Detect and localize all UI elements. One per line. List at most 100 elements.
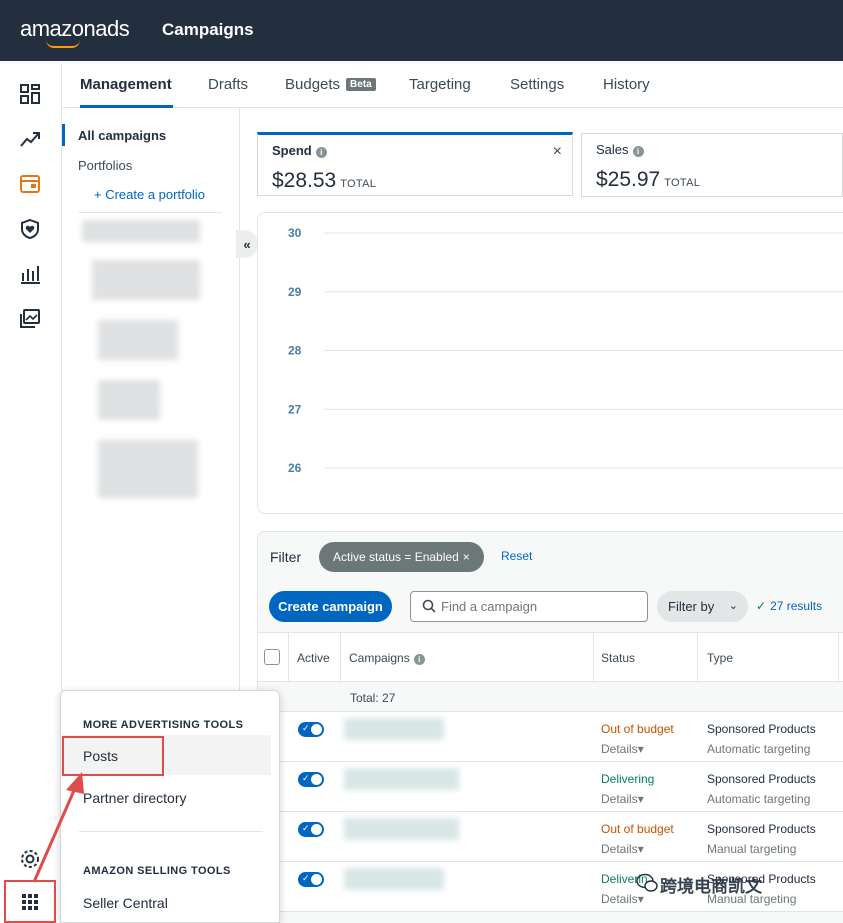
header-status[interactable]: Status <box>601 651 635 665</box>
filter-chip-active-status[interactable]: Active status = Enabled × <box>319 542 484 572</box>
metric-label: Spend i <box>272 143 327 158</box>
column-divider <box>340 633 341 683</box>
highlight-box-apps <box>4 880 56 923</box>
close-icon[interactable]: × <box>463 550 470 564</box>
metric-card-spend[interactable]: Spend i $28.53 TOTAL × <box>257 132 573 196</box>
header-type[interactable]: Type <box>707 651 733 665</box>
table-row[interactable]: ✓ Out of budget Details▾ Sponsored Produ… <box>258 812 843 862</box>
tab-budgets[interactable]: Budgets Beta <box>285 76 376 93</box>
media-icon[interactable] <box>18 307 42 331</box>
filter-by-dropdown[interactable]: Filter by ⌄ <box>657 591 748 622</box>
portfolio-item-redacted[interactable] <box>82 220 200 242</box>
results-count: ✓ 27 results <box>756 599 822 613</box>
tab-management[interactable]: Management <box>80 76 172 93</box>
gear-icon[interactable] <box>18 847 42 871</box>
targeting-type: Automatic targeting <box>707 742 811 756</box>
portfolio-item-redacted[interactable] <box>92 260 200 300</box>
details-dropdown[interactable]: Details▾ <box>601 792 644 806</box>
reports-icon[interactable] <box>18 262 42 286</box>
campaign-name-redacted[interactable] <box>344 718 444 740</box>
caret-down-icon: ▾ <box>637 842 644 856</box>
tab-targeting[interactable]: Targeting <box>409 76 471 93</box>
reset-filter-link[interactable]: Reset <box>501 549 532 563</box>
amazon-ads-logo[interactable]: amazonads <box>20 16 130 48</box>
close-icon[interactable]: × <box>553 143 562 161</box>
metric-label: Sales i <box>596 142 644 157</box>
table-header: Active Campaigns i Status Type <box>258 632 843 683</box>
portfolio-item-redacted[interactable] <box>98 380 160 420</box>
campaign-type: Sponsored Products <box>707 722 816 736</box>
table-row[interactable]: ✓ Delivering Details▾ Sponsored Products… <box>258 762 843 812</box>
campaign-name-redacted[interactable] <box>344 818 459 840</box>
header-active[interactable]: Active <box>297 651 330 665</box>
shield-icon[interactable] <box>18 217 42 241</box>
menu-item-partner-directory[interactable]: Partner directory <box>83 790 186 806</box>
y-tick-label: 26 <box>288 461 302 475</box>
menu-item-seller-central[interactable]: Seller Central <box>83 895 168 911</box>
check-icon: ✓ <box>302 823 310 833</box>
campaign-name-redacted[interactable] <box>344 868 444 890</box>
active-toggle[interactable]: ✓ <box>298 722 324 737</box>
metric-value: $28.53 TOTAL <box>272 169 376 193</box>
create-portfolio-link[interactable]: + Create a portfolio <box>94 187 205 202</box>
active-toggle[interactable]: ✓ <box>298 772 324 787</box>
info-icon[interactable]: i <box>632 146 644 157</box>
header-campaigns[interactable]: Campaigns i <box>349 651 425 665</box>
check-icon: ✓ <box>756 599 767 613</box>
campaign-table-panel: Filter Active status = Enabled × Reset Cr… <box>257 531 843 923</box>
campaign-name-redacted[interactable] <box>344 768 459 790</box>
portfolio-item-redacted[interactable] <box>98 440 198 498</box>
page-title: Campaigns <box>162 20 254 39</box>
top-bar: amazonads Campaigns <box>0 0 843 61</box>
wechat-icon <box>636 873 658 892</box>
caret-down-icon: ▾ <box>637 792 644 806</box>
targeting-type: Manual targeting <box>707 842 797 856</box>
menu-divider <box>79 831 263 832</box>
beta-badge: Beta <box>346 78 376 91</box>
tab-settings[interactable]: Settings <box>510 76 564 93</box>
search-input[interactable] <box>410 591 648 622</box>
campaigns-icon[interactable] <box>18 172 42 196</box>
select-all-checkbox[interactable] <box>264 649 280 665</box>
metric-card-sales[interactable]: Sales i $25.97 TOTAL <box>581 133 843 197</box>
more-tools-menu: MORE ADVERTISING TOOLS Posts Partner dir… <box>60 690 280 923</box>
portfolio-item-redacted[interactable] <box>98 320 178 360</box>
subnav-all-campaigns[interactable]: All campaigns <box>78 128 166 143</box>
check-icon: ✓ <box>302 873 310 883</box>
menu-header-advertising-tools: MORE ADVERTISING TOOLS <box>83 719 244 731</box>
logo-brand: amazon <box>20 16 96 41</box>
info-icon[interactable]: i <box>315 147 327 158</box>
logo-product: ads <box>95 16 130 41</box>
tab-drafts[interactable]: Drafts <box>208 76 248 93</box>
header-campaigns-text: Campaigns <box>349 651 410 665</box>
collapse-subnav-button[interactable]: « <box>236 230 258 258</box>
chart-svg: 30 29 28 27 26 <box>288 226 843 475</box>
filter-chip-text: Active status = Enabled <box>333 550 459 564</box>
column-divider <box>593 633 594 683</box>
tab-history[interactable]: History <box>603 76 650 93</box>
details-dropdown[interactable]: Details▾ <box>601 842 644 856</box>
details-label: Details <box>601 892 638 906</box>
column-divider <box>288 633 289 683</box>
subnav-portfolios[interactable]: Portfolios <box>78 158 132 173</box>
details-dropdown[interactable]: Details▾ <box>601 892 644 906</box>
create-campaign-button[interactable]: Create campaign <box>269 591 392 622</box>
search-icon <box>422 599 436 613</box>
active-toggle[interactable]: ✓ <box>298 822 324 837</box>
status-text: Out of budget <box>601 822 674 836</box>
active-toggle[interactable]: ✓ <box>298 872 324 887</box>
trending-icon[interactable] <box>18 127 42 151</box>
campaign-type: Sponsored Products <box>707 822 816 836</box>
menu-header-selling-tools: AMAZON SELLING TOOLS <box>83 865 231 877</box>
metric-label-text: Spend <box>272 143 312 158</box>
details-dropdown[interactable]: Details▾ <box>601 742 644 756</box>
table-row[interactable]: ✓ Out of budget Details▾ Sponsored Produ… <box>258 712 843 762</box>
info-icon[interactable]: i <box>413 654 425 665</box>
caret-down-icon: ▾ <box>637 742 644 756</box>
status-text: Delivering <box>601 772 655 786</box>
campaign-type: Sponsored Products <box>707 772 816 786</box>
status-text: Out of budget <box>601 722 674 736</box>
dashboard-icon[interactable] <box>18 82 42 106</box>
details-label: Details <box>601 792 638 806</box>
metric-suffix: TOTAL <box>664 177 701 189</box>
